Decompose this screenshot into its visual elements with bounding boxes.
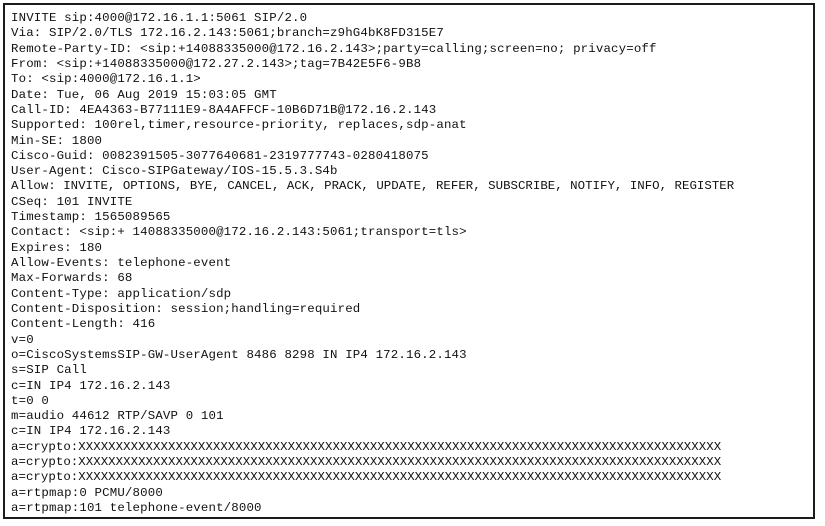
sip-line: m=audio 44612 RTP/SAVP 0 101 [11, 409, 224, 424]
sip-line: User-Agent: Cisco-SIPGateway/IOS-15.5.3.… [11, 164, 338, 179]
sip-line: INVITE sip:4000@172.16.1.1:5061 SIP/2.0 [11, 11, 308, 25]
sip-line: To: <sip:4000@172.16.1.1> [11, 72, 201, 87]
sip-line: Remote-Party-ID: <sip:+14088335000@172.1… [11, 41, 657, 56]
sip-line: From: <sip:+14088335000@172.27.2.143>;ta… [11, 56, 422, 71]
sip-line: Supported: 100rel,timer,resource-priorit… [11, 118, 467, 133]
sip-line: a=crypto:XXXXXXXXXXXXXXXXXXXXXXXXXXXXXXX… [11, 470, 722, 485]
sip-line: Content-Length: 416 [11, 317, 156, 332]
sip-line: Max-Forwards: 68 [11, 271, 133, 286]
sip-line: Content-Type: application/sdp [11, 286, 232, 301]
sip-line: Contact: <sip:+ 14088335000@172.16.2.143… [11, 225, 467, 240]
sip-line: Min-SE: 1800 [11, 133, 103, 148]
sip-line: Allow-Events: telephone-event [11, 256, 232, 270]
sip-line: a=rtpmap:101 telephone-event/8000 [11, 501, 262, 515]
sip-line: Cisco-Guid: 0082391505-3077640681-231977… [11, 148, 429, 163]
sip-line: o=CiscoSystemsSIP-GW-UserAgent 8486 8298… [11, 347, 467, 362]
sip-line: Content-Disposition: session;handling=re… [11, 301, 361, 316]
sip-line: c=IN IP4 172.16.2.143 [11, 378, 171, 393]
sip-line: Via: SIP/2.0/TLS 172.16.2.143:5061;branc… [11, 26, 444, 41]
sip-line: t=0 0 [11, 393, 49, 408]
sip-line: a=crypto:XXXXXXXXXXXXXXXXXXXXXXXXXXXXXXX… [11, 455, 722, 470]
sip-line: Call-ID: 4EA4363-B77111E9-8A4AFFCF-10B6D… [11, 102, 437, 117]
sip-line: a=rtpmap:0 PCMU/8000 [11, 485, 163, 500]
sip-line: a=crypto:XXXXXXXXXXXXXXXXXXXXXXXXXXXXXXX… [11, 439, 722, 454]
sip-line: CSeq: 101 INVITE [11, 194, 133, 209]
sip-line: v=0 [11, 332, 34, 347]
sip-message-frame: INVITE sip:4000@172.16.1.1:5061 SIP/2.0 V… [3, 3, 815, 519]
sip-line: Expires: 180 [11, 240, 103, 255]
sip-line: c=IN IP4 172.16.2.143 [11, 424, 171, 439]
sip-line: Timestamp: 1565089565 [11, 210, 171, 225]
sip-line: Date: Tue, 06 Aug 2019 15:03:05 GMT [11, 87, 277, 102]
sip-message-body[interactable]: INVITE sip:4000@172.16.1.1:5061 SIP/2.0 V… [5, 5, 813, 517]
sip-line: a=fmtp:101 0-16 [11, 516, 813, 517]
sip-line: s=SIP Call [11, 363, 87, 378]
sip-line: Allow: INVITE, OPTIONS, BYE, CANCEL, ACK… [11, 179, 735, 194]
